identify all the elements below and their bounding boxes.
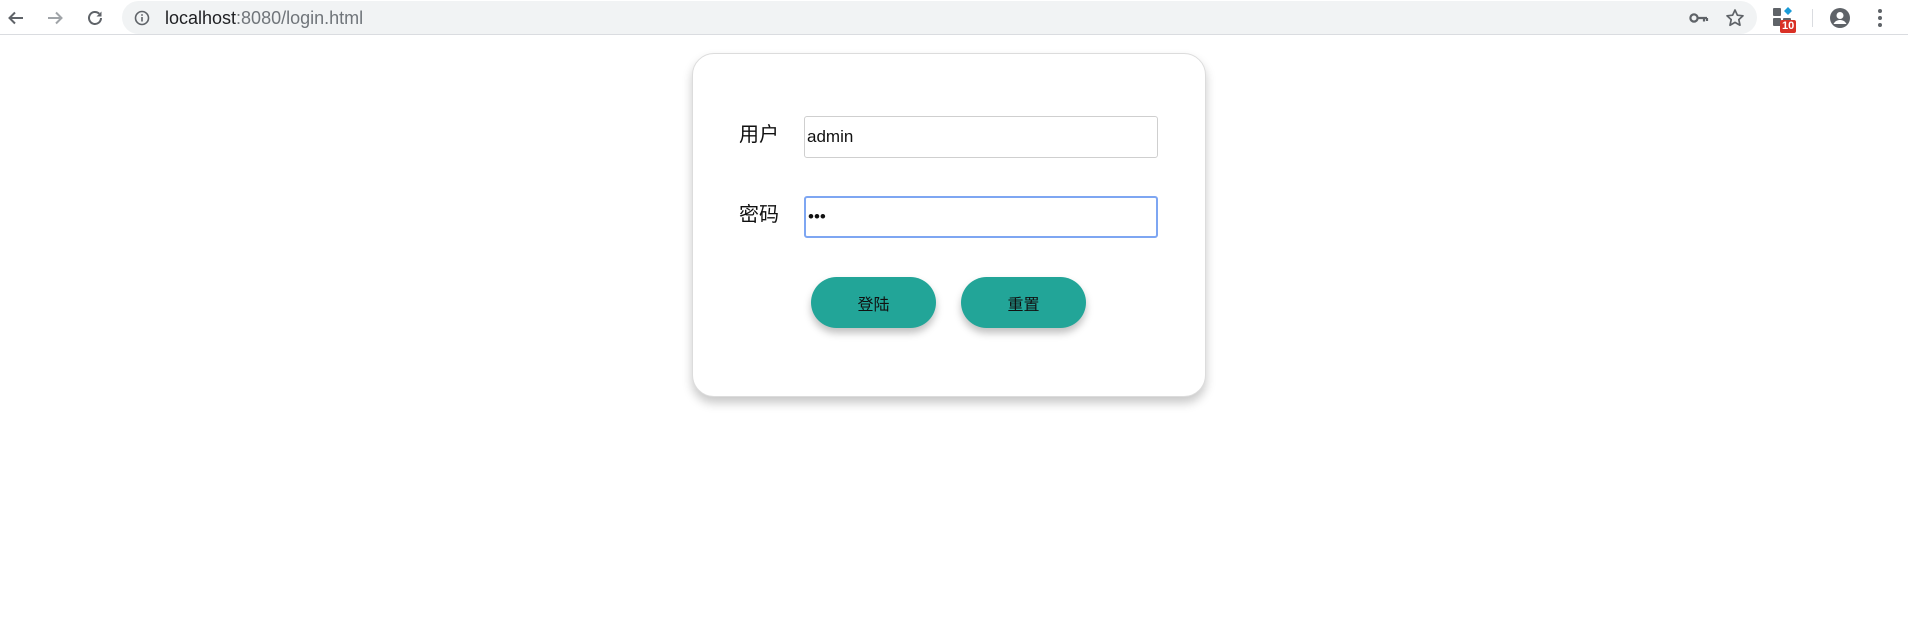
- reset-button[interactable]: 重置: [961, 277, 1086, 328]
- password-input[interactable]: [804, 196, 1158, 238]
- browser-toolbar: localhost:8080/login.html 10: [0, 0, 1908, 35]
- username-input[interactable]: [804, 116, 1158, 158]
- username-label: 用户: [739, 124, 779, 146]
- forward-arrow-icon: [48, 11, 63, 24]
- extension-badge: 10: [1780, 20, 1797, 33]
- key-icon[interactable]: [1689, 10, 1709, 26]
- url-path: :8080/login.html: [236, 8, 364, 28]
- reload-icon: [88, 10, 102, 25]
- url-text[interactable]: localhost:8080/login.html: [165, 8, 363, 28]
- url-host: localhost: [165, 8, 237, 28]
- forward-button[interactable]: [39, 0, 71, 35]
- address-bar[interactable]: localhost:8080/login.html: [122, 1, 1757, 34]
- profile-icon[interactable]: [1828, 6, 1852, 30]
- login-card: 用户 密码 登陆 重置: [692, 53, 1206, 397]
- reload-button[interactable]: [79, 0, 111, 35]
- star-icon[interactable]: [1725, 8, 1745, 28]
- toolbar-divider: [1812, 9, 1813, 27]
- menu-icon[interactable]: [1874, 7, 1886, 29]
- back-arrow-icon: [8, 11, 23, 24]
- login-button[interactable]: 登陆: [811, 277, 936, 328]
- info-icon[interactable]: [134, 10, 150, 26]
- back-button[interactable]: [0, 0, 32, 35]
- password-label: 密码: [739, 204, 779, 226]
